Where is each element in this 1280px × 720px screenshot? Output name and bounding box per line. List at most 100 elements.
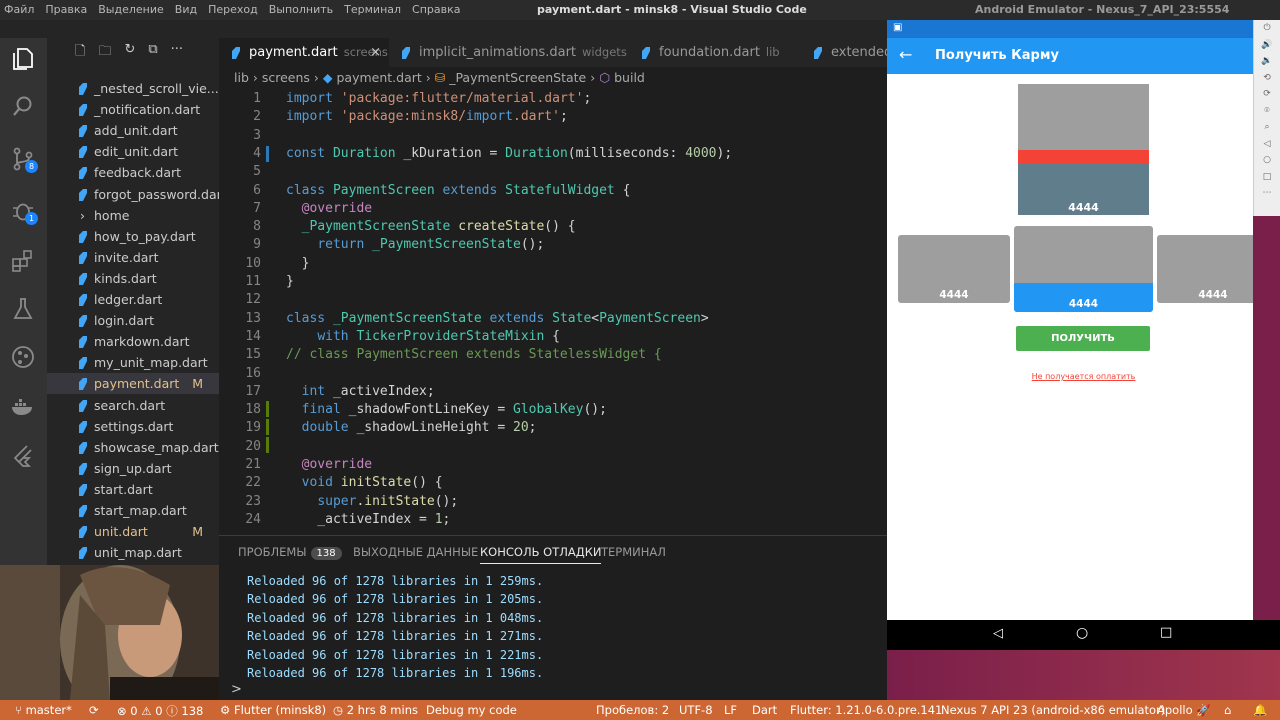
panel-tab-terminal[interactable]: ТЕРМИНАЛ — [601, 545, 666, 559]
file-item[interactable]: start_map.dart — [47, 500, 219, 521]
console-prompt[interactable]: > — [231, 682, 242, 697]
nav-recents-icon[interactable]: □ — [1160, 625, 1172, 640]
volume-up-icon[interactable]: 🔊 — [1254, 37, 1280, 54]
docker-icon[interactable] — [10, 394, 36, 420]
device-selector[interactable]: Nexus 7 API 23 (android-x86 emulator) — [941, 703, 1165, 717]
file-item[interactable]: payment.dart M — [47, 373, 219, 395]
folder-item[interactable]: › home — [47, 205, 219, 226]
nav-home-icon[interactable]: ○ — [1076, 625, 1088, 641]
karma-option-card[interactable]: 4444 — [1157, 235, 1253, 303]
tab-payment[interactable]: payment.dart screens × — [219, 38, 389, 67]
code-editor[interactable]: 1 import 'package:flutter/material.dart';… — [219, 88, 887, 535]
console-line: Reloaded 96 of 1278 libraries in 1 259ms… — [247, 574, 544, 588]
menu-run[interactable]: Выполнить — [269, 3, 333, 16]
breadcrumb-item[interactable]: screens — [262, 70, 310, 85]
flutter-outline-icon[interactable] — [10, 444, 36, 470]
debug-icon[interactable]: 1 — [10, 198, 38, 225]
panel-tab-problems[interactable]: ПРОБЛЕМЫ 138 — [238, 545, 342, 560]
camera-icon[interactable]: ⌾ — [1254, 103, 1280, 120]
language-indicator[interactable]: Dart — [752, 703, 777, 717]
file-item[interactable]: sign_up.dart — [47, 458, 219, 479]
file-name: ledger.dart — [94, 292, 163, 307]
time-tracker[interactable]: ◷ 2 hrs 8 mins — [333, 703, 418, 717]
nav-back-icon[interactable]: ◁ — [993, 626, 1003, 641]
breadcrumb-item[interactable]: _PaymentScreenState — [449, 70, 586, 85]
new-folder-icon[interactable]: 🗀 — [98, 42, 111, 64]
file-item[interactable]: add_unit.dart — [47, 120, 219, 141]
file-item[interactable]: markdown.dart — [47, 331, 219, 352]
menu-selection[interactable]: Выделение — [98, 3, 164, 16]
new-file-icon[interactable]: 🗋 — [75, 42, 85, 64]
power-icon[interactable]: ⏻ — [1254, 20, 1280, 37]
menu-help[interactable]: Справка — [412, 3, 460, 16]
tab-implicit-animations[interactable]: implicit_animations.dart widgets — [389, 38, 629, 67]
back-arrow-icon[interactable]: ← — [899, 45, 912, 64]
menu-terminal[interactable]: Терминал — [344, 3, 401, 16]
live-share-icon[interactable]: ⌂ — [1224, 703, 1231, 717]
close-icon[interactable]: × — [370, 38, 381, 67]
cannot-pay-link[interactable]: Не получается оплатить — [1032, 372, 1136, 381]
flutter-session[interactable]: ⚙ Flutter (minsk8) — [220, 703, 326, 717]
rotate-left-icon[interactable]: ⟲ — [1254, 70, 1280, 87]
debug-my-code-toggle[interactable]: Debug my code — [426, 703, 517, 717]
file-item[interactable]: _notification.dart — [47, 99, 219, 120]
extensions-icon[interactable] — [10, 248, 36, 274]
file-item[interactable]: settings.dart — [47, 416, 219, 437]
rotate-right-icon[interactable]: ⟳ — [1254, 86, 1280, 103]
file-item[interactable]: unit.dart M — [47, 521, 219, 542]
breadcrumb-item[interactable]: build — [614, 70, 645, 85]
line-number: 13 — [245, 310, 261, 326]
apollo-indicator[interactable]: Apollo 🚀 — [1157, 703, 1211, 717]
refresh-icon[interactable]: ↻ — [124, 42, 135, 64]
search-icon[interactable] — [10, 94, 36, 120]
file-item[interactable]: unit_map.dart — [47, 542, 219, 563]
sync-icon[interactable]: ⟳ — [89, 703, 99, 717]
indentation-indicator[interactable]: Пробелов: 2 — [596, 703, 669, 717]
volume-down-icon[interactable]: 🔉 — [1254, 53, 1280, 70]
file-item[interactable]: feedback.dart — [47, 162, 219, 183]
panel-tab-output[interactable]: ВЫХОДНЫЕ ДАННЫЕ — [353, 545, 478, 559]
get-karma-button[interactable]: ПОЛУЧИТЬ — [1016, 326, 1150, 351]
testing-flask-icon[interactable] — [10, 296, 36, 322]
menu-edit[interactable]: Правка — [45, 3, 87, 16]
file-item[interactable]: kinds.dart — [47, 268, 219, 289]
file-item[interactable]: start.dart — [47, 479, 219, 500]
breadcrumb-item[interactable]: payment.dart — [336, 70, 421, 85]
file-item[interactable]: edit_unit.dart — [47, 141, 219, 162]
file-item[interactable]: how_to_pay.dart — [47, 226, 219, 247]
menu-file[interactable]: Файл — [4, 3, 34, 16]
explorer-icon[interactable] — [10, 46, 36, 72]
branch-indicator[interactable]: ⑂ master* — [15, 703, 72, 717]
menu-view[interactable]: Вид — [175, 3, 197, 16]
flutter-version[interactable]: Flutter: 1.21.0-6.0.pre.141 — [790, 703, 942, 717]
back-icon[interactable]: ◁ — [1254, 136, 1280, 153]
notifications-icon[interactable]: 🔔 — [1253, 703, 1267, 717]
panel-tab-debug-console[interactable]: КОНСОЛЬ ОТЛАДКИ — [480, 545, 602, 564]
file-item[interactable]: _nested_scroll_vie... — [47, 78, 219, 99]
menu-go[interactable]: Переход — [208, 3, 258, 16]
git-graph-icon[interactable] — [10, 344, 36, 370]
home-icon[interactable]: ○ — [1254, 152, 1280, 169]
file-item[interactable]: search.dart — [47, 395, 219, 416]
file-item[interactable]: login.dart — [47, 310, 219, 331]
file-item[interactable]: forgot_password.dart — [47, 184, 219, 205]
file-item[interactable]: showcase_map.dart — [47, 437, 219, 458]
collapse-all-icon[interactable]: ⧉ — [148, 42, 157, 64]
encoding-indicator[interactable]: UTF-8 — [679, 703, 713, 717]
file-item[interactable]: ledger.dart — [47, 289, 219, 310]
tab-extended[interactable]: extended — [801, 38, 887, 67]
file-item[interactable]: invite.dart — [47, 247, 219, 268]
console-line: Reloaded 96 of 1278 libraries in 1 221ms… — [247, 647, 544, 662]
karma-option-card[interactable]: 4444 — [898, 235, 1010, 303]
more-actions-icon[interactable]: ··· — [171, 42, 183, 64]
breadcrumb-item[interactable]: lib — [234, 70, 249, 85]
more-icon[interactable]: ⋯ — [1254, 185, 1280, 202]
overview-icon[interactable]: □ — [1254, 169, 1280, 186]
problems-indicator[interactable]: ⊗ 0 ⚠ 0 ⓘ 138 — [117, 703, 203, 719]
source-control-icon[interactable]: 8 — [10, 146, 38, 173]
file-item[interactable]: my_unit_map.dart — [47, 352, 219, 373]
eol-indicator[interactable]: LF — [724, 703, 737, 717]
zoom-icon[interactable]: ⌕ — [1254, 119, 1280, 136]
tab-foundation[interactable]: foundation.dart lib — [629, 38, 799, 67]
karma-option-card-active[interactable]: 4444 — [1014, 226, 1153, 312]
